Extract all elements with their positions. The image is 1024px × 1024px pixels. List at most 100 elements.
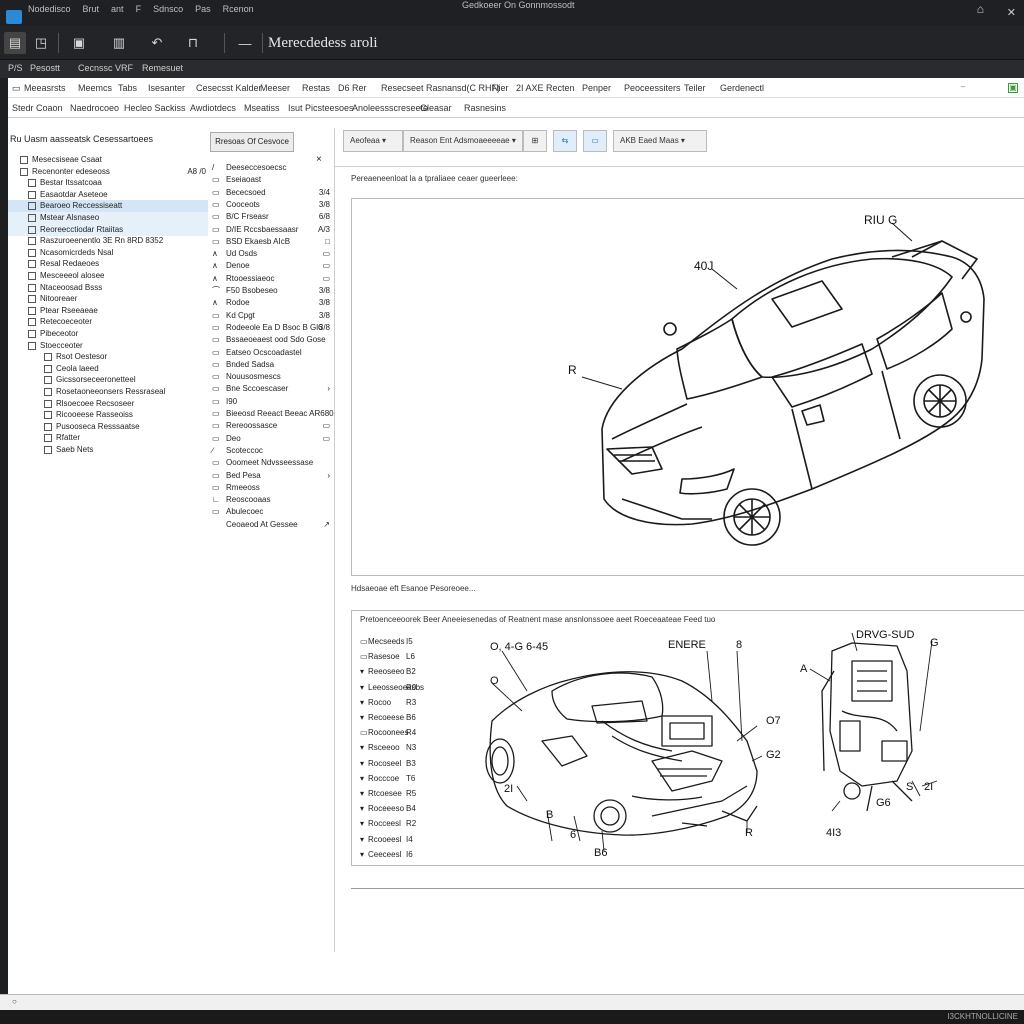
tree-item[interactable]: Rlsoecoee Recsoseer: [8, 398, 208, 410]
component-item[interactable]: ∕ Scoteccoc: [212, 445, 332, 457]
document-icon[interactable]: ◳: [30, 32, 52, 54]
component-diagram[interactable]: Pretoenceeoorek Beer Aneeiesenedas of Re…: [351, 610, 1024, 866]
tree-item[interactable]: Ceola laeed: [8, 363, 208, 375]
component-item[interactable]: ▭ Ooomeet Ndvsseessase: [212, 457, 332, 469]
tree-item[interactable]: Bestar Itssatcoaa: [8, 177, 208, 189]
component-item[interactable]: Ceoaeod At Gessee ↗: [212, 519, 332, 531]
ribbon-item[interactable]: Meeasrsts: [24, 83, 66, 93]
ribbon-item[interactable]: Hecleo Sackiss: [124, 103, 186, 113]
component-selector-button[interactable]: Rresoas Of Cesvoce: [210, 132, 294, 152]
ribbon-item[interactable]: Mseatiss: [244, 103, 280, 113]
component-item[interactable]: ⌒ F50 Bsobeseo 3/8: [212, 285, 332, 297]
tree-item[interactable]: Stoecceoter: [8, 340, 208, 352]
ribbon-item[interactable]: Naedrocoeo: [70, 103, 119, 113]
title-menu-item[interactable]: Nodedisco: [28, 4, 71, 14]
component-item[interactable]: ▭ Kd Cpgt 3/8: [212, 310, 332, 322]
tree-item[interactable]: Ptear Rseeaeae: [8, 305, 208, 317]
component-item[interactable]: ▭ Eseiaoast: [212, 174, 332, 186]
component-item[interactable]: ▭ BSD Ekaesb AIcB □: [212, 236, 332, 248]
close-icon[interactable]: ✕: [1007, 6, 1016, 19]
component-item[interactable]: ▭ Nouusosmescs: [212, 371, 332, 383]
ribbon-item[interactable]: Resecseet Rasnansd(C RHF): [381, 83, 500, 93]
ribbon-item[interactable]: Tabs: [118, 83, 137, 93]
exterior-diagram[interactable]: RIU G 40J R: [351, 198, 1024, 576]
ribbon-item[interactable]: Meemcs: [78, 83, 112, 93]
tree-item[interactable]: Easaotdar Aseteoe: [8, 189, 208, 201]
tree-item[interactable]: Pusooseca Resssaatse: [8, 421, 208, 433]
ribbon-item[interactable]: Isesanter: [148, 83, 185, 93]
swap-icon[interactable]: ⇆: [553, 130, 577, 152]
pin-icon[interactable]: ⌂: [977, 2, 984, 16]
component-item[interactable]: ▭ Bececsoed 3/4: [212, 187, 332, 199]
ribbon-item[interactable]: Peoceessiters: [624, 83, 681, 93]
component-item[interactable]: ▭ Rereoossasce ▭: [212, 420, 332, 432]
ribbon-item[interactable]: D6 Rer: [338, 83, 367, 93]
tree-item[interactable]: Saeb Nets: [8, 444, 208, 456]
tree-item[interactable]: Rsot Oestesor: [8, 351, 208, 363]
ribbon-item[interactable]: Gerdenectl: [720, 83, 764, 93]
ribbon-item[interactable]: Restas: [302, 83, 330, 93]
tree-item[interactable]: Ncasomicrdeds Nsal: [8, 247, 208, 259]
component-item[interactable]: ∧ Rtooessiaeoc ▭: [212, 273, 332, 285]
component-item[interactable]: ▭ Eatseo Ocscoadastel: [212, 347, 332, 359]
ribbon-item[interactable]: Awdiotdecs: [190, 103, 236, 113]
component-item[interactable]: ▭ Cooceots 3/8: [212, 199, 332, 211]
component-item[interactable]: ▭ Bieeosd Reeact Beeac AR680: [212, 408, 334, 420]
undo-icon[interactable]: ↶: [146, 32, 168, 54]
component-item[interactable]: ∟ Reoscooaas: [212, 494, 332, 506]
lock-icon[interactable]: ⊓: [182, 32, 204, 54]
tree-item[interactable]: Raszuroeenentlo 3E Rn 8RD 8352: [8, 235, 208, 247]
frame-icon[interactable]: ▭: [583, 130, 607, 152]
component-item[interactable]: ▭ Bne Sccoescaser ›: [212, 383, 332, 395]
tree-item[interactable]: Mesceeeol alosee: [8, 270, 208, 282]
component-item[interactable]: ▭ Abulecoec: [212, 506, 332, 518]
flowchart-icon[interactable]: ⊞: [523, 130, 547, 152]
menu-item[interactable]: Cecnssc VRF: [78, 63, 133, 73]
menu-item[interactable]: Pesostt: [30, 63, 60, 73]
component-item[interactable]: ∧ Rodoe 3/8: [212, 297, 332, 309]
view-dropdown[interactable]: Aeofeaa ▾: [343, 130, 403, 152]
tree-item[interactable]: Nitooreaer: [8, 293, 208, 305]
tree-item[interactable]: Recenonter edeseoss A8 /0: [8, 166, 208, 178]
tree-item[interactable]: Mesecsiseae Csaat: [8, 154, 208, 166]
title-menu-item[interactable]: Sdnsco: [153, 4, 183, 14]
title-menu-item[interactable]: F: [136, 4, 142, 14]
tree-item[interactable]: Gicssorseceeronetteel: [8, 374, 208, 386]
component-item[interactable]: ▭ Rmeeoss: [212, 482, 332, 494]
component-item[interactable]: ▭ D/IE Rccsbaessaasr A/3: [212, 224, 332, 236]
tree-item[interactable]: Pibeceotor: [8, 328, 208, 340]
reason-dropdown[interactable]: Reason Ent Adsmoaeeeeae ▾: [403, 130, 523, 152]
tree-item[interactable]: Ricooeese Rasseoiss: [8, 409, 208, 421]
ribbon-item[interactable]: 2I AXE Recten: [516, 83, 575, 93]
tree-item[interactable]: Ntaceoosad Bsss: [8, 282, 208, 294]
tree-item[interactable]: Bearoeo Reccessiseatt: [8, 200, 208, 213]
media-icon[interactable]: ▥: [108, 32, 130, 54]
ribbon-item[interactable]: Penper: [582, 83, 611, 93]
ribbon-item[interactable]: Meeser: [260, 83, 290, 93]
minimize-ribbon-icon[interactable]: –: [958, 83, 968, 93]
ribbon-item[interactable]: ▭: [12, 83, 21, 94]
ribbon-item[interactable]: Rasnesins: [464, 103, 506, 113]
title-menu-item[interactable]: ant: [111, 4, 124, 14]
component-item[interactable]: ▭ Bnded Sadsa: [212, 359, 332, 371]
image-icon[interactable]: ▣: [68, 32, 90, 54]
component-item[interactable]: ▭ B/C Frseasr 6/8: [212, 211, 332, 223]
minus-icon[interactable]: —: [234, 32, 256, 54]
ribbon-item[interactable]: Gleasar: [420, 103, 452, 113]
tree-item[interactable]: Rfatter: [8, 432, 208, 444]
component-item[interactable]: ▭ Deo ▭: [212, 433, 332, 445]
expand-ribbon-icon[interactable]: ▣: [1008, 83, 1018, 93]
tree-item[interactable]: Rosetaoneeonsers Ressraseal: [8, 386, 208, 398]
tree-item[interactable]: Retecoeceoter: [8, 316, 208, 328]
menu-item[interactable]: P/S: [8, 63, 23, 73]
ribbon-item[interactable]: Nier: [492, 83, 509, 93]
ribbon-item[interactable]: Stedr Coaon: [12, 103, 63, 113]
grid-icon[interactable]: ▤: [4, 32, 26, 54]
title-menu-item[interactable]: Brut: [83, 4, 100, 14]
ribbon-item[interactable]: Cesecsst Kalder: [196, 83, 262, 93]
component-item[interactable]: ▭ I90: [212, 396, 332, 408]
ribbon-item[interactable]: Isut Picsteesoes: [288, 103, 354, 113]
ribbon-item[interactable]: Anoleessscreseeto: [352, 103, 428, 113]
component-item[interactable]: ▭ Bssaeoeaest ood Sdo Gose: [212, 334, 332, 346]
component-item[interactable]: ▭ Bed Pesa ›: [212, 470, 332, 482]
